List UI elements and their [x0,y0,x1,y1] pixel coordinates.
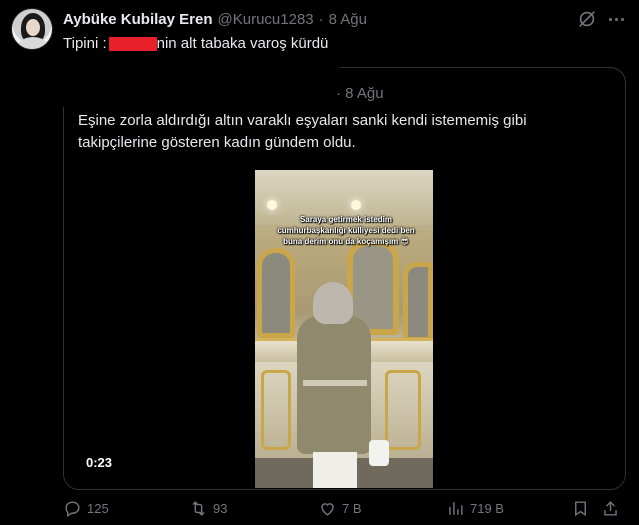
video-player[interactable]: Saraya getirmek istedim cumhurbaşkanlığı… [64,170,625,489]
retweet-button[interactable]: 93 [189,497,227,519]
like-button[interactable]: 7 B [318,497,362,519]
quote-text: Eşine zorla aldırdığı altın varaklı eşya… [78,112,527,151]
share-icon [604,500,617,516]
tweet-text: Tipini : nin alt tabaka varoş kürdü [63,34,328,54]
views-icon [449,501,463,515]
share-button[interactable] [601,497,620,519]
grok-icon[interactable] [576,8,598,30]
avatar[interactable] [11,8,53,50]
quote-separator: · [336,85,341,102]
video-duration: 0:23 [86,455,113,470]
tweet-date[interactable]: 8 Ağu [329,11,367,28]
redaction-block [108,37,157,51]
reply-button[interactable]: 125 [63,497,109,519]
more-icon[interactable] [605,8,627,30]
tweet-text-after: nin alt tabaka varoş kürdü [156,35,329,52]
retweet-icon [192,500,205,516]
bookmark-button[interactable] [571,497,590,519]
video-thumbnail[interactable]: Saraya getirmek istedim cumhurbaşkanlığı… [255,170,433,488]
tweet-header: Aybüke Kubilay Eren @Kurucu1283 · 8 Ağu [63,9,367,29]
quote-date[interactable]: · 8 Ağu [336,85,384,102]
reply-icon [65,500,80,517]
views-button[interactable]: 719 B [446,497,504,519]
tweet-text-before: Tipini : [63,35,107,52]
quote-header-redacted [57,59,340,107]
person-figure [297,282,389,488]
video-overlay-caption: Saraya getirmek istedim cumhurbaşkanlığı… [277,215,415,246]
author-name[interactable]: Aybüke Kubilay Eren [63,11,213,28]
like-icon [321,502,334,516]
tweet-actions: 125 93 7 B 719 B [63,497,628,519]
reply-count: 125 [87,500,109,516]
separator: · [318,10,324,28]
quote-date-text: 8 Ağu [345,85,384,102]
like-count: 7 B [342,500,362,516]
author-handle[interactable]: @Kurucu1283 [218,11,314,28]
views-count: 719 B [470,500,504,516]
retweet-count: 93 [213,500,228,516]
bookmark-icon [575,500,586,516]
